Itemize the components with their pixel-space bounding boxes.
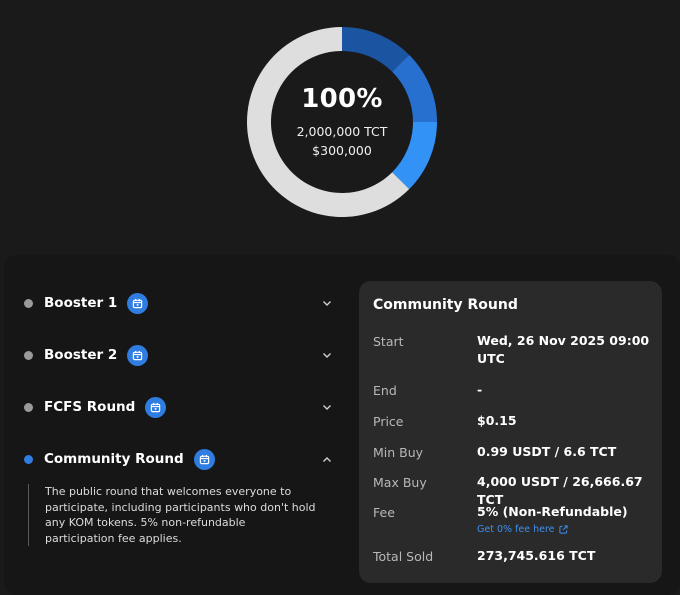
start-label: Start	[373, 334, 404, 349]
round-status-dot-active	[24, 454, 33, 464]
start-value: Wed, 26 Nov 2025 09:00 UTC	[477, 333, 650, 366]
rounds-list: Booster 1 Booster 2 FCFS Round Community…	[4, 255, 354, 595]
round-description: The public round that welcomes everyone …	[28, 484, 318, 546]
details-title: Community Round	[373, 297, 518, 313]
allocation-donut-section: 100% 2,000,000 TCT $300,000	[0, 0, 680, 240]
end-label: End	[373, 383, 397, 398]
fee-link-text[interactable]: Get 0% fee here	[477, 524, 555, 535]
total-sold-value: 273,745.616 TCT	[477, 548, 596, 563]
round-details-card: Community Round Start Wed, 26 Nov 2025 0…	[359, 281, 662, 583]
price-value: $0.15	[477, 413, 517, 428]
calendar-icon[interactable]	[193, 448, 215, 470]
round-status-dot	[24, 298, 33, 308]
round-status-dot	[24, 402, 33, 412]
chevron-up-icon[interactable]	[321, 453, 333, 465]
calendar-icon[interactable]	[127, 292, 149, 314]
external-link-icon[interactable]	[558, 525, 568, 534]
allocation-usd-amount: $300,000	[312, 143, 372, 158]
fee-label: Fee	[373, 505, 395, 520]
calendar-icon[interactable]	[145, 396, 167, 418]
min-buy-label: Min Buy	[373, 445, 424, 460]
allocation-percent: 100%	[301, 84, 383, 114]
fee-discount-link[interactable]: Get 0% fee here	[477, 524, 568, 535]
round-name: Booster 1	[44, 295, 118, 311]
allocation-token-amount: 2,000,000 TCT	[296, 124, 388, 139]
min-buy-value: 0.99 USDT / 6.6 TCT	[477, 444, 617, 459]
round-item-community-round[interactable]: Community Round	[24, 446, 339, 472]
round-name: FCFS Round	[44, 399, 136, 415]
round-status-dot	[24, 350, 33, 360]
end-value: -	[477, 382, 483, 397]
round-item-booster-1[interactable]: Booster 1	[24, 290, 339, 316]
round-name: Community Round	[44, 451, 184, 467]
fee-value: 5% (Non-Refundable)	[477, 504, 628, 519]
donut-center-text: 100% 2,000,000 TCT $300,000	[247, 27, 437, 217]
round-item-fcfs-round[interactable]: FCFS Round	[24, 394, 339, 420]
round-name: Booster 2	[44, 347, 118, 363]
chevron-down-icon[interactable]	[321, 401, 333, 413]
round-item-booster-2[interactable]: Booster 2	[24, 342, 339, 368]
chevron-down-icon[interactable]	[321, 297, 333, 309]
calendar-icon[interactable]	[127, 344, 149, 366]
max-buy-label: Max Buy	[373, 475, 427, 490]
rounds-panel: Booster 1 Booster 2 FCFS Round Community…	[4, 255, 680, 595]
total-sold-label: Total Sold	[373, 549, 434, 564]
price-label: Price	[373, 414, 404, 429]
chevron-down-icon[interactable]	[321, 349, 333, 361]
